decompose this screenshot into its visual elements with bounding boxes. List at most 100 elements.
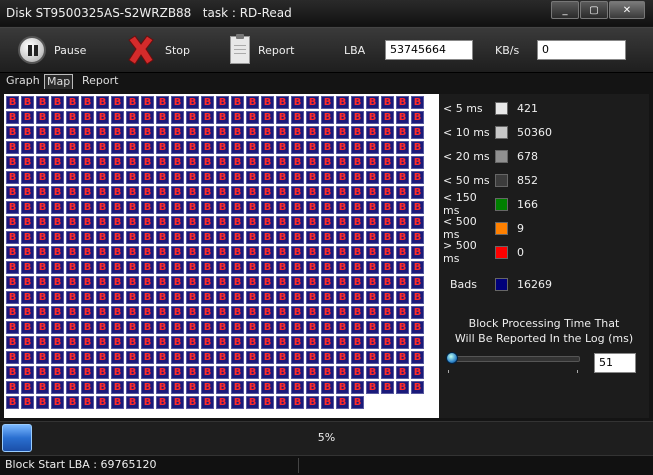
block-cell: B xyxy=(216,171,229,184)
block-cell: B xyxy=(6,231,19,244)
block-cell: B xyxy=(36,381,49,394)
block-cell: B xyxy=(66,216,79,229)
block-cell: B xyxy=(66,321,79,334)
block-cell: B xyxy=(231,276,244,289)
block-cell: B xyxy=(276,111,289,124)
block-cell: B xyxy=(291,276,304,289)
block-cell: B xyxy=(411,261,424,274)
block-cell: B xyxy=(411,96,424,109)
block-cell: B xyxy=(261,126,274,139)
block-cell: B xyxy=(336,96,349,109)
block-cell: B xyxy=(351,96,364,109)
block-cell: B xyxy=(156,231,169,244)
block-cell: B xyxy=(201,246,214,259)
block-cell: B xyxy=(96,96,109,109)
block-cell: B xyxy=(66,246,79,259)
block-cell: B xyxy=(111,96,124,109)
block-cell: B xyxy=(321,261,334,274)
minimize-button[interactable]: _ xyxy=(551,1,579,19)
legend-swatch xyxy=(495,245,508,259)
tab-report[interactable]: Report xyxy=(80,74,120,89)
block-cell: B xyxy=(186,141,199,154)
block-cell: B xyxy=(171,276,184,289)
block-cell: B xyxy=(246,276,259,289)
block-cell: B xyxy=(246,141,259,154)
block-cell: B xyxy=(246,156,259,169)
block-cell: B xyxy=(186,96,199,109)
block-cell: B xyxy=(156,321,169,334)
threshold-input[interactable]: 51 xyxy=(594,353,636,373)
pause-button[interactable]: Pause xyxy=(18,34,86,66)
block-cell: B xyxy=(381,261,394,274)
block-cell: B xyxy=(276,216,289,229)
block-cell: B xyxy=(36,156,49,169)
block-cell: B xyxy=(231,141,244,154)
block-cell: B xyxy=(366,336,379,349)
block-cell: B xyxy=(336,336,349,349)
block-cell: B xyxy=(276,306,289,319)
block-cell: B xyxy=(6,351,19,364)
block-cell: B xyxy=(291,396,304,409)
tab-graph[interactable]: Graph xyxy=(4,74,42,89)
block-cell: B xyxy=(141,291,154,304)
block-cell: B xyxy=(36,186,49,199)
maximize-button[interactable]: ▢ xyxy=(580,1,608,19)
block-cell: B xyxy=(381,186,394,199)
block-cell: B xyxy=(216,111,229,124)
block-cell: B xyxy=(111,246,124,259)
block-cell: B xyxy=(21,381,34,394)
block-cell: B xyxy=(36,96,49,109)
block-cell: B xyxy=(246,231,259,244)
legend-count: 50360 xyxy=(517,125,552,139)
progress-bar: 5% xyxy=(0,421,653,455)
block-cell: B xyxy=(81,231,94,244)
block-cell: B xyxy=(201,381,214,394)
block-cell: B xyxy=(351,156,364,169)
block-grid: BBBBBBBBBBBBBBBBBBBBBBBBBBBBBBBBBBBBBBBB… xyxy=(6,96,437,411)
block-cell: B xyxy=(276,276,289,289)
block-cell: B xyxy=(156,141,169,154)
block-cell: B xyxy=(171,381,184,394)
report-button[interactable]: Report xyxy=(230,34,294,66)
block-cell: B xyxy=(246,126,259,139)
block-cell: B xyxy=(21,216,34,229)
block-cell: B xyxy=(216,306,229,319)
slider-thumb[interactable] xyxy=(446,352,458,364)
block-cell: B xyxy=(171,216,184,229)
block-cell: B xyxy=(126,201,139,214)
block-cell: B xyxy=(111,276,124,289)
tab-map[interactable]: Map xyxy=(44,74,74,89)
block-cell: B xyxy=(141,351,154,364)
block-cell: B xyxy=(246,396,259,409)
block-cell: B xyxy=(111,126,124,139)
block-cell: B xyxy=(411,171,424,184)
block-cell: B xyxy=(186,291,199,304)
block-cell: B xyxy=(186,126,199,139)
block-cell: B xyxy=(111,336,124,349)
block-cell: B xyxy=(261,216,274,229)
block-cell: B xyxy=(321,141,334,154)
block-cell: B xyxy=(381,276,394,289)
block-cell: B xyxy=(216,291,229,304)
block-cell: B xyxy=(321,231,334,244)
block-cell: B xyxy=(66,351,79,364)
lba-field[interactable]: 53745664 xyxy=(385,40,473,60)
block-cell: B xyxy=(81,381,94,394)
progress-percent: 5% xyxy=(317,431,336,444)
block-cell: B xyxy=(141,246,154,259)
block-cell: B xyxy=(81,96,94,109)
block-cell: B xyxy=(201,291,214,304)
close-button[interactable]: ✕ xyxy=(609,1,645,19)
stop-button[interactable]: Stop xyxy=(125,34,190,66)
block-cell: B xyxy=(96,366,109,379)
block-cell: B xyxy=(6,126,19,139)
block-cell: B xyxy=(276,201,289,214)
kbs-field[interactable]: 0 xyxy=(537,40,626,60)
block-cell: B xyxy=(201,261,214,274)
block-cell: B xyxy=(276,336,289,349)
threshold-note-line2: Will Be Reported In the Log (ms) xyxy=(454,332,634,345)
block-cell: B xyxy=(381,381,394,394)
block-cell: B xyxy=(66,201,79,214)
block-cell: B xyxy=(336,396,349,409)
threshold-slider[interactable] xyxy=(446,352,580,364)
